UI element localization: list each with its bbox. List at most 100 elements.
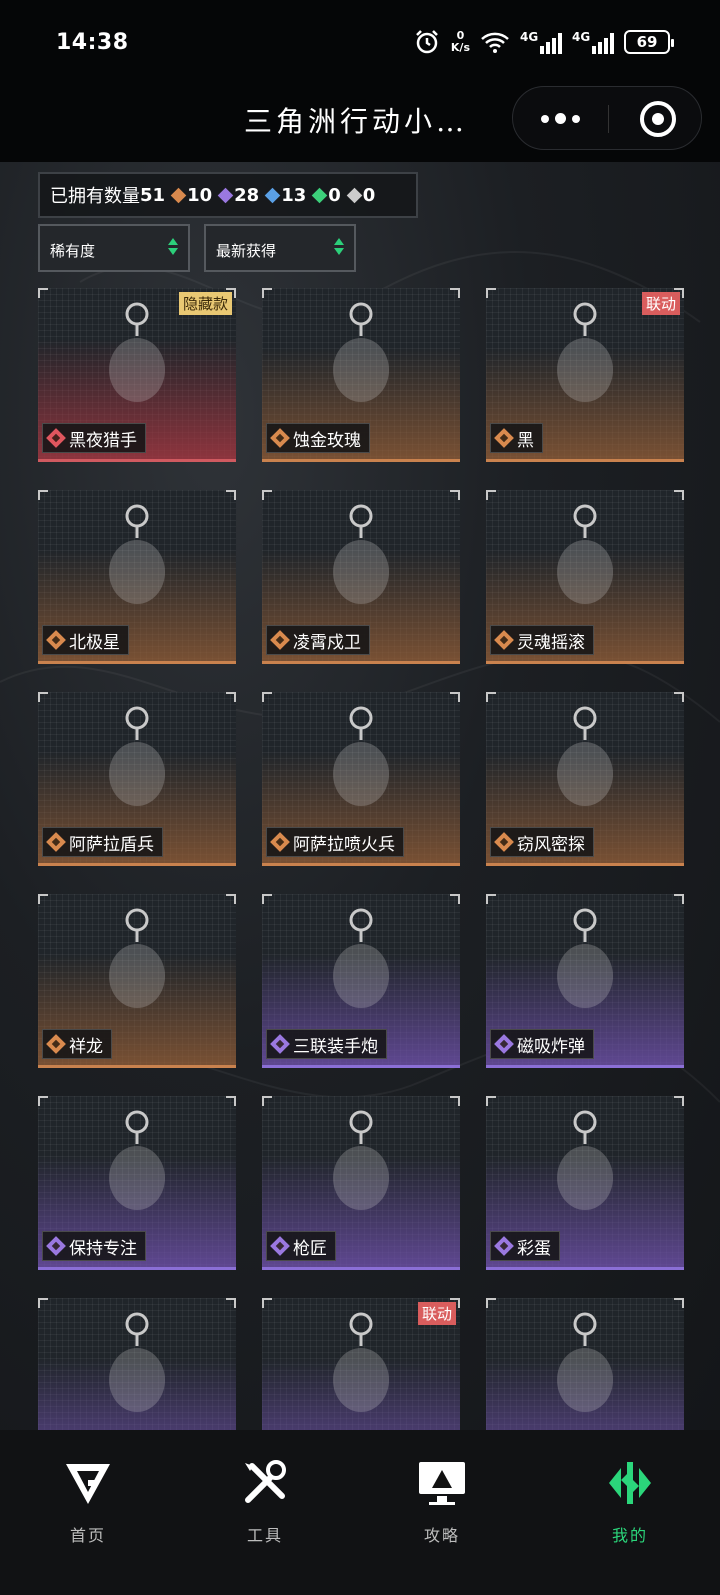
item-name: 彩蛋 — [517, 1238, 551, 1259]
home-logo-icon — [66, 1464, 110, 1504]
item-name: 黑 — [517, 430, 534, 451]
item-card[interactable]: 磁吸炸弹 — [486, 894, 684, 1068]
item-card[interactable]: 彩蛋 — [486, 1096, 684, 1270]
white-diamond-icon — [346, 187, 363, 203]
item-card[interactable]: 阿萨拉喷火兵 — [262, 692, 460, 866]
status-time: 14:38 — [56, 30, 129, 55]
sort-filter-select[interactable]: 最新获得 — [204, 224, 356, 272]
rarity-filter-value: 稀有度 — [50, 242, 96, 260]
item-badge: 联动 — [641, 292, 680, 315]
item-name: 灵魂摇滚 — [517, 632, 585, 653]
more-menu-button[interactable] — [541, 113, 580, 124]
item-label: 窃风密探 — [490, 827, 594, 857]
item-name: 黑夜猎手 — [69, 430, 137, 451]
net-speed-unit: K/s — [450, 41, 470, 54]
nav-home[interactable]: 首页 — [28, 1458, 148, 1546]
count-green: 0 — [311, 185, 341, 206]
nav-tools[interactable]: 工具 — [205, 1458, 325, 1546]
item-label: 阿萨拉喷火兵 — [266, 827, 404, 857]
item-card[interactable]: 祥龙 — [38, 894, 236, 1068]
guide-monitor-icon — [419, 1462, 465, 1505]
rarity-diamond-icon — [494, 832, 514, 852]
status-icons: 0 K/s 4G 4G 69 — [413, 28, 674, 56]
item-label: 三联装手炮 — [266, 1029, 387, 1059]
item-label: 保持专注 — [42, 1231, 146, 1261]
owned-total: 51 — [140, 184, 166, 206]
item-label: 枪匠 — [266, 1231, 336, 1261]
gold-diamond-icon — [170, 187, 187, 203]
capsule-divider — [608, 105, 609, 133]
item-card[interactable] — [38, 1298, 236, 1430]
item-name: 保持专注 — [69, 1238, 137, 1259]
item-name: 凌霄戍卫 — [293, 632, 361, 653]
rarity-diamond-icon — [270, 428, 290, 448]
net-speed: 0 K/s — [451, 30, 470, 54]
item-card[interactable]: 灵魂摇滚 — [486, 490, 684, 664]
item-label: 磁吸炸弹 — [490, 1029, 594, 1059]
wifi-icon — [480, 28, 510, 56]
item-badge: 隐藏款 — [178, 292, 232, 315]
rarity-diamond-icon — [46, 428, 66, 448]
item-card[interactable]: 蚀金玫瑰 — [262, 288, 460, 462]
rarity-diamond-icon — [494, 1236, 514, 1256]
count-gold: 10 — [170, 185, 212, 206]
count-blue: 13 — [264, 185, 306, 206]
rarity-diamond-icon — [270, 630, 290, 650]
signal-sim1-icon: 4G — [520, 30, 562, 54]
collection-page: 已拥有数量 51 10 28 13 0 0 稀有度 最新获得 隐藏款 黑夜猎手 蚀金玫… — [0, 162, 720, 1430]
item-name: 阿萨拉喷火兵 — [293, 834, 395, 855]
keychain-charm-icon — [109, 1312, 165, 1412]
rarity-diamond-icon — [46, 630, 66, 650]
item-name: 祥龙 — [69, 1036, 103, 1057]
item-label: 阿萨拉盾兵 — [42, 827, 163, 857]
item-name: 蚀金玫瑰 — [293, 430, 361, 451]
item-card[interactable]: 保持专注 — [38, 1096, 236, 1270]
rarity-filter-select[interactable]: 稀有度 — [38, 224, 190, 272]
item-card[interactable] — [486, 1298, 684, 1430]
item-name: 磁吸炸弹 — [517, 1036, 585, 1057]
item-card[interactable]: 联动 — [262, 1298, 460, 1430]
item-label: 祥龙 — [42, 1029, 112, 1059]
alarm-icon — [413, 28, 441, 56]
item-card[interactable]: 三联装手炮 — [262, 894, 460, 1068]
item-label: 凌霄戍卫 — [266, 625, 370, 655]
item-label: 北极星 — [42, 625, 129, 655]
status-bar: 14:38 0 K/s 4G 4G 69 — [0, 0, 720, 86]
close-miniapp-button[interactable] — [640, 101, 676, 137]
item-card[interactable]: 枪匠 — [262, 1096, 460, 1270]
item-card[interactable]: 窃风密探 — [486, 692, 684, 866]
item-label: 黑夜猎手 — [42, 423, 146, 453]
rarity-diamond-icon — [46, 832, 66, 852]
item-card[interactable]: 北极星 — [38, 490, 236, 664]
item-name: 枪匠 — [293, 1238, 327, 1259]
nav-profile[interactable]: 我的 — [570, 1458, 690, 1546]
miniapp-capsule — [512, 86, 702, 150]
item-label: 灵魂摇滚 — [490, 625, 594, 655]
item-name: 北极星 — [69, 632, 120, 653]
item-card[interactable]: 阿萨拉盾兵 — [38, 692, 236, 866]
rarity-diamond-icon — [270, 1236, 290, 1256]
item-name: 阿萨拉盾兵 — [69, 834, 154, 855]
dot-icon — [572, 114, 580, 123]
item-label: 蚀金玫瑰 — [266, 423, 370, 453]
item-name: 三联装手炮 — [293, 1036, 378, 1057]
sort-arrows-icon — [168, 238, 178, 255]
battery-icon: 69 — [624, 30, 674, 54]
item-card[interactable]: 联动黑 — [486, 288, 684, 462]
item-label: 彩蛋 — [490, 1231, 560, 1261]
owned-label: 已拥有数量 — [50, 186, 140, 207]
owned-summary: 已拥有数量 51 10 28 13 0 0 — [38, 172, 418, 218]
item-label: 黑 — [490, 423, 543, 453]
rarity-diamond-icon — [46, 1236, 66, 1256]
item-name: 窃风密探 — [517, 834, 585, 855]
bottom-nav: 首页 工具 攻略 我的 — [0, 1430, 720, 1595]
title-bar: 三角洲行动小… — [0, 86, 720, 162]
count-white: 0 — [346, 185, 375, 206]
tools-icon — [245, 1460, 286, 1503]
rarity-diamond-icon — [270, 832, 290, 852]
nav-guide[interactable]: 攻略 — [382, 1458, 502, 1546]
item-card[interactable]: 凌霄戍卫 — [262, 490, 460, 664]
item-card[interactable]: 隐藏款黑夜猎手 — [38, 288, 236, 462]
keychain-charm-icon — [557, 1312, 613, 1412]
dot-icon — [541, 114, 549, 123]
